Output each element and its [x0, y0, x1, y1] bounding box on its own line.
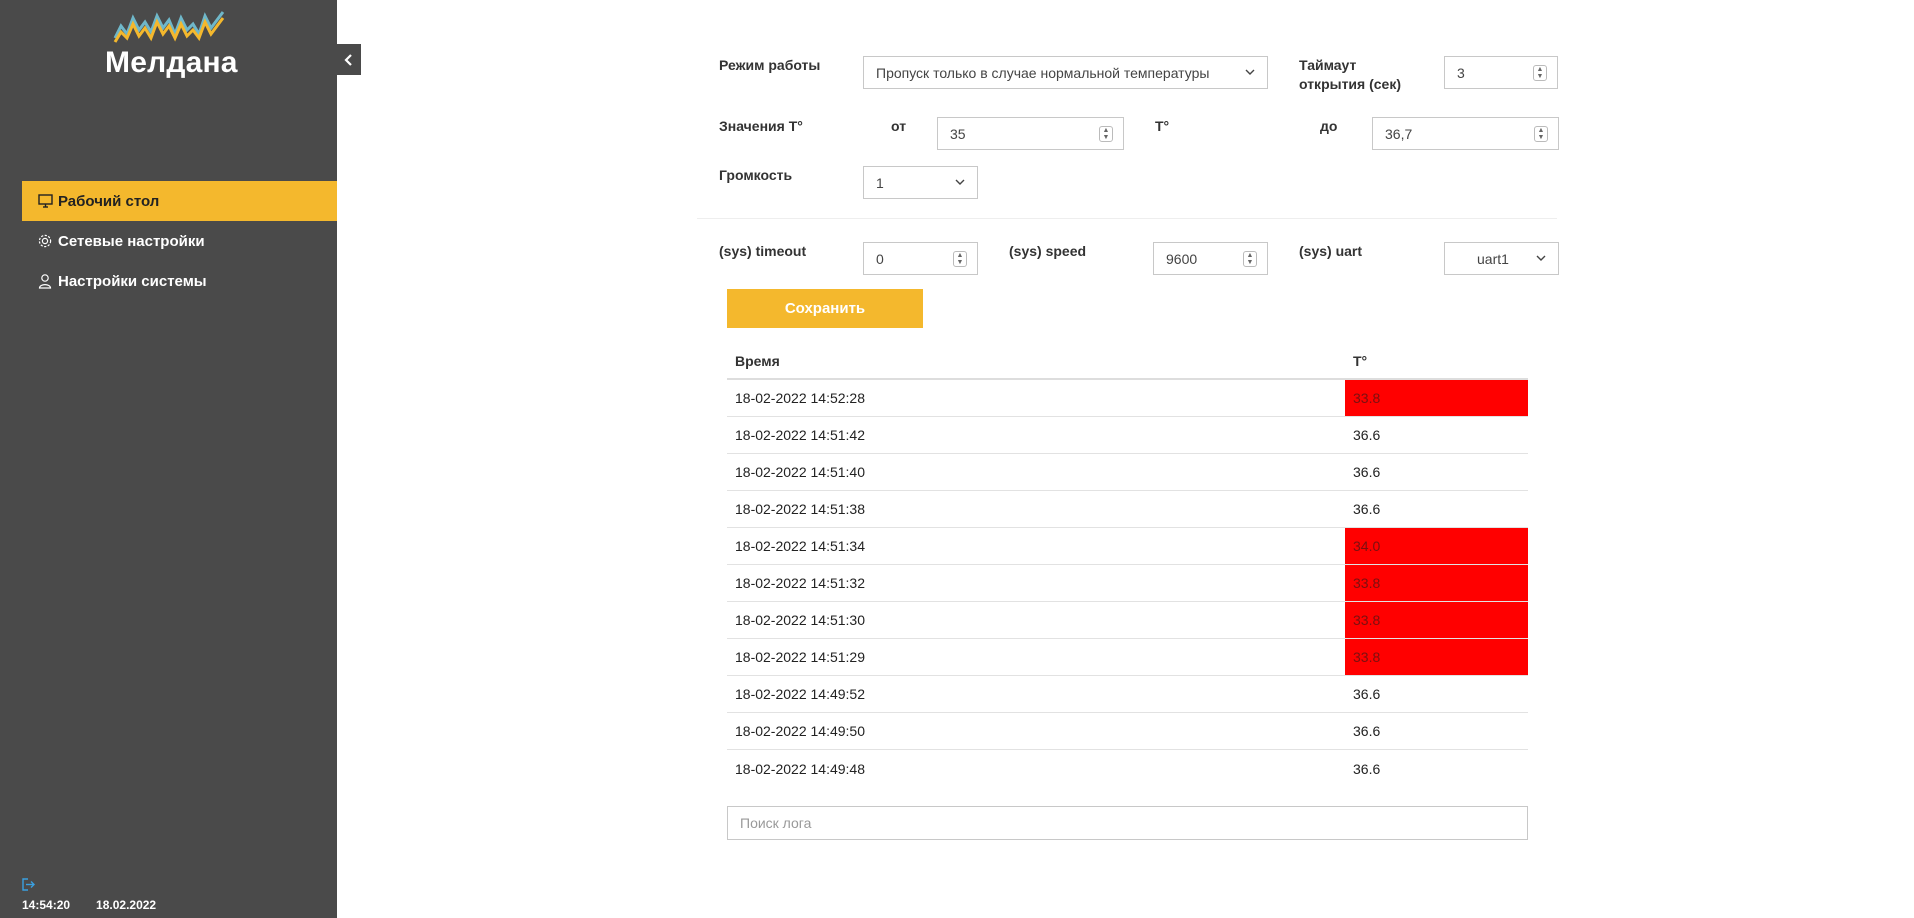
spinner-icon[interactable]: ▲ ▼ — [1533, 65, 1547, 81]
volume-select[interactable]: 1 — [863, 166, 978, 199]
log-search-input[interactable] — [727, 806, 1528, 840]
table-header: Время T° — [727, 343, 1528, 380]
sys-uart-label: (sys) uart — [1299, 243, 1363, 259]
logout-icon[interactable] — [22, 878, 36, 896]
temp-to-input[interactable]: 36,7 ▲ ▼ — [1372, 117, 1559, 150]
spinner-icon[interactable]: ▲ ▼ — [953, 251, 967, 267]
temp-unit-label: T° — [1155, 118, 1170, 134]
footer-date: 18.02.2022 — [96, 898, 157, 912]
log-time: 18-02-2022 14:51:29 — [735, 649, 865, 665]
logo-wave-icon — [113, 11, 225, 43]
log-temp: 36.6 — [1353, 464, 1381, 480]
log-temp: 36.6 — [1353, 427, 1381, 443]
sys-timeout-label: (sys) timeout — [719, 243, 807, 259]
chevron-down-icon — [955, 179, 965, 185]
sys-speed-value: 9600 — [1166, 250, 1198, 267]
footer-time: 14:54:20 — [22, 898, 71, 912]
chevron-down-icon — [1245, 69, 1255, 75]
log-temp-alert: 33.8 — [1345, 639, 1528, 675]
log-time: 18-02-2022 14:49:48 — [735, 760, 865, 777]
spinner-icon[interactable]: ▲ ▼ — [1534, 126, 1548, 142]
volume-select-value: 1 — [876, 174, 884, 191]
spinner-icon[interactable]: ▲ ▼ — [1099, 126, 1113, 142]
header-temp: T° — [1353, 352, 1368, 369]
sys-uart-value: uart1 — [1477, 250, 1509, 267]
log-time: 18-02-2022 14:51:32 — [735, 575, 865, 591]
timeout-label-line1: Таймаут — [1299, 57, 1357, 73]
log-time: 18-02-2022 14:49:52 — [735, 686, 865, 702]
sidebar-item-label: Сетевые настройки — [58, 232, 205, 250]
log-temp-alert: 34.0 — [1345, 528, 1528, 564]
sidebar-item-network[interactable]: Сетевые настройки — [22, 221, 337, 261]
temp-label: Значения T° — [719, 118, 803, 134]
chevron-down-icon — [1536, 255, 1546, 261]
log-time: 18-02-2022 14:51:40 — [735, 464, 865, 480]
sidebar-item-label: Рабочий стол — [58, 192, 160, 210]
mode-select[interactable]: Пропуск только в случае нормальной темпе… — [863, 56, 1268, 89]
save-button[interactable]: Сохранить — [727, 289, 923, 328]
sys-timeout-input[interactable]: 0 ▲ ▼ — [863, 242, 978, 275]
log-temp: 36.6 — [1353, 686, 1381, 702]
log-time: 18-02-2022 14:51:42 — [735, 427, 865, 443]
log-temp: 36.6 — [1353, 723, 1381, 739]
table-row: 18-02-2022 14:51:34 34.0 — [727, 528, 1528, 565]
table-row: 18-02-2022 14:52:28 33.8 — [727, 380, 1528, 417]
logo-text: Мелдана — [105, 46, 238, 79]
chevron-left-icon — [344, 53, 352, 66]
timeout-label: Таймаут открытия (сек) — [1299, 56, 1401, 94]
table-row: 18-02-2022 14:51:38 36.6 — [727, 491, 1528, 528]
sidebar-collapse-button[interactable] — [337, 44, 361, 75]
volume-label: Громкость — [719, 167, 793, 183]
table-row: 18-02-2022 14:51:40 36.6 — [727, 454, 1528, 491]
temp-from-value: 35 — [950, 125, 966, 142]
log-temp: 36.6 — [1353, 760, 1381, 777]
temp-to-value: 36,7 — [1385, 125, 1413, 142]
mode-label: Режим работы — [719, 57, 821, 73]
temp-to-label: до — [1320, 118, 1338, 134]
sidebar-footer: 14:54:20 18.02.2022 — [22, 898, 156, 912]
table-row: 18-02-2022 14:51:32 33.8 — [727, 565, 1528, 602]
timeout-input[interactable]: 3 ▲ ▼ — [1444, 56, 1558, 89]
sys-timeout-value: 0 — [876, 250, 884, 267]
monitor-icon — [36, 192, 54, 210]
temp-from-input[interactable]: 35 ▲ ▼ — [937, 117, 1124, 150]
sidebar: Мелдана Рабочий стол Сетевые настройки Н… — [0, 0, 337, 918]
sys-uart-select[interactable]: uart1 — [1444, 242, 1559, 275]
sidebar-nav: Рабочий стол Сетевые настройки Настройки… — [22, 181, 337, 301]
divider — [697, 218, 1557, 219]
gear-icon — [36, 232, 54, 250]
temp-from-label: от — [891, 118, 907, 134]
timeout-input-value: 3 — [1457, 64, 1465, 81]
table-row: 18-02-2022 14:51:29 33.8 — [727, 639, 1528, 676]
sidebar-item-system[interactable]: Настройки системы — [22, 261, 337, 301]
sys-speed-label: (sys) speed — [1009, 243, 1087, 259]
spinner-icon[interactable]: ▲ ▼ — [1243, 251, 1257, 267]
header-time: Время — [735, 352, 780, 369]
table-row: 18-02-2022 14:51:42 36.6 — [727, 417, 1528, 454]
log-time: 18-02-2022 14:51:38 — [735, 501, 865, 517]
sidebar-item-label: Настройки системы — [58, 272, 207, 290]
table-row: 18-02-2022 14:49:52 36.6 — [727, 676, 1528, 713]
logo: Мелдана — [105, 8, 238, 79]
timeout-label-line2: открытия (сек) — [1299, 76, 1401, 92]
log-table: Время T° 18-02-2022 14:52:28 33.8 18-02-20… — [727, 343, 1528, 787]
log-time: 18-02-2022 14:51:30 — [735, 612, 865, 628]
log-time: 18-02-2022 14:52:28 — [735, 390, 865, 406]
log-time: 18-02-2022 14:49:50 — [735, 723, 865, 739]
table-row: 18-02-2022 14:49:50 36.6 — [727, 713, 1528, 750]
table-row: 18-02-2022 14:51:30 33.8 — [727, 602, 1528, 639]
user-icon — [36, 272, 54, 290]
table-body: 18-02-2022 14:52:28 33.8 18-02-2022 14:51:… — [727, 380, 1528, 787]
log-temp: 36.6 — [1353, 501, 1381, 517]
log-time: 18-02-2022 14:51:34 — [735, 538, 865, 554]
table-row: 18-02-2022 14:49:48 36.6 — [727, 750, 1528, 787]
sys-speed-input[interactable]: 9600 ▲ ▼ — [1153, 242, 1268, 275]
sidebar-item-desktop[interactable]: Рабочий стол — [22, 181, 337, 221]
mode-select-value: Пропуск только в случае нормальной темпе… — [876, 64, 1210, 81]
log-temp-alert: 33.8 — [1345, 565, 1528, 601]
log-temp-alert: 33.8 — [1345, 380, 1528, 416]
log-temp-alert: 33.8 — [1345, 602, 1528, 638]
